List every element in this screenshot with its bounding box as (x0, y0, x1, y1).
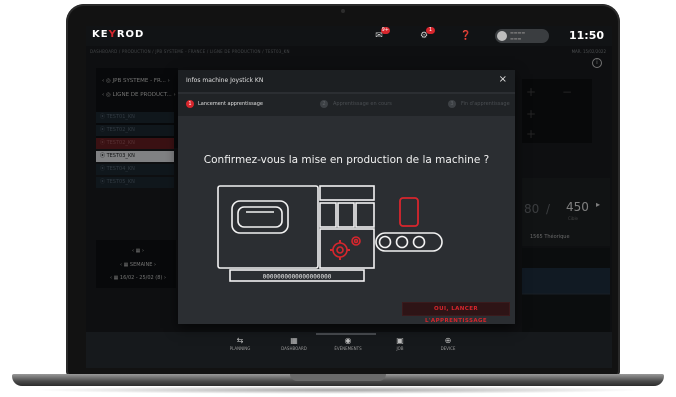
step-1-label: Lancement apprentissage (198, 101, 263, 107)
stepper: 1 Lancement apprentissage 2 Apprentissag… (178, 94, 515, 116)
bell-icon[interactable]: ✉ 9+ (372, 27, 390, 42)
step-3-number: 3 (448, 100, 456, 108)
laptop-notch (290, 374, 386, 381)
laptop-shadow (30, 386, 646, 394)
settings-badge: 1 (426, 27, 435, 34)
modal-title: Infos machine Joystick KN (186, 77, 264, 84)
nav-events[interactable]: ◉ ÉVÉNEMENTS (318, 336, 378, 351)
confirm-launch-button[interactable]: OUI, LANCER L'APPRENTISSAGE (402, 302, 510, 324)
confirmation-question: Confirmez-vous la mise en production de … (203, 154, 490, 166)
nav-active-indicator (316, 333, 376, 335)
app-logo[interactable]: KEYROD (92, 29, 144, 40)
step-2-label: Apprentissage en cours (333, 101, 392, 107)
close-icon[interactable]: × (499, 74, 507, 85)
user-name-placeholder: ▬▬▬▬ ▬▬▬ (510, 30, 526, 41)
user-icon (497, 31, 507, 41)
keyboard-keys: 0000000000000000000 (263, 274, 332, 281)
notification-badge: 9+ (380, 27, 390, 34)
user-menu[interactable]: ▬▬▬▬ ▬▬▬ (495, 29, 549, 43)
machine-info-modal: Infos machine Joystick KN × 1 Lancement … (178, 70, 515, 324)
step-2-number: 2 (320, 100, 328, 108)
nav-planning[interactable]: ⇆ PLANNING (210, 336, 270, 351)
events-icon: ◉ (344, 336, 352, 345)
top-bar: KEYROD ✉ 9+ ⚙ 1 ❓ ▬▬▬▬ ▬▬▬ 11:50 (86, 26, 612, 46)
planning-icon: ⇆ (236, 336, 244, 345)
modal-header: Infos machine Joystick KN × (178, 70, 515, 92)
help-icon[interactable]: ❓ (459, 30, 473, 42)
bottom-navigation: ⇆ PLANNING ▦ DASHBOARD ◉ ÉVÉNEMENTS ▣ JO… (86, 332, 612, 368)
step-1-number: 1 (186, 100, 194, 108)
gear-icon[interactable]: ⚙ 1 (417, 27, 435, 42)
clock: 11:50 (568, 29, 604, 42)
app-screen: KEYROD ✉ 9+ ⚙ 1 ❓ ▬▬▬▬ ▬▬▬ 11:50 DASHBOARD … (86, 26, 612, 368)
camera (341, 9, 345, 13)
nav-dashboard[interactable]: ▦ DASHBOARD (264, 336, 324, 351)
device-icon: ⊕ (444, 336, 452, 345)
dashboard-icon: ▦ (290, 336, 298, 345)
machine-illustration: 0000000000000000000 (217, 185, 443, 282)
step-3-label: Fin d'apprentissage (461, 101, 510, 107)
nav-device[interactable]: ⊕ DEVICE (418, 336, 478, 351)
